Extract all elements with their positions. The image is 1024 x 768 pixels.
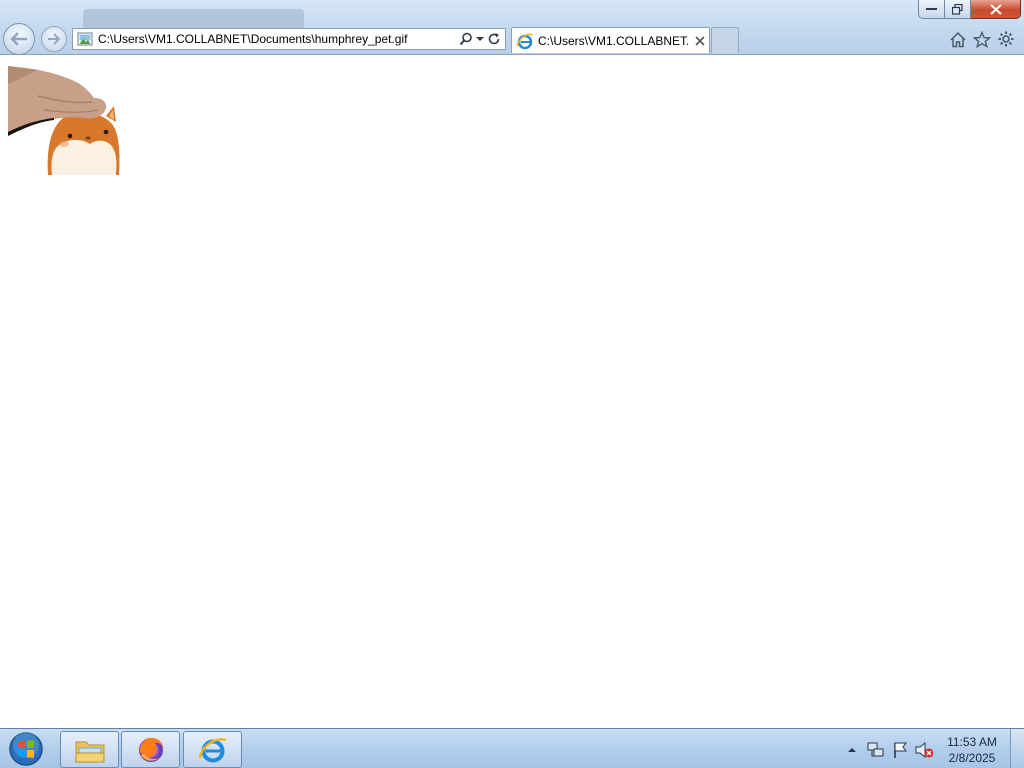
page-viewport: [0, 56, 1024, 728]
tab-close-button[interactable]: [692, 33, 708, 49]
favorites-star-icon: [973, 30, 991, 48]
close-icon: [989, 3, 1002, 15]
firefox-icon: [138, 737, 163, 762]
humphrey-pet-image: [8, 66, 120, 175]
tab-active[interactable]: C:\Users\VM1.COLLABNET...: [511, 27, 710, 53]
favorites-button[interactable]: [972, 29, 992, 49]
volume-muted-icon: [915, 741, 933, 759]
refresh-icon[interactable]: [487, 32, 501, 46]
minimize-button[interactable]: [918, 0, 945, 19]
taskbar-explorer-button[interactable]: [60, 731, 119, 768]
forward-icon: [48, 33, 61, 45]
start-button[interactable]: [6, 731, 46, 767]
home-icon: [950, 31, 966, 47]
taskbar: 11:53 AM 2/8/2025: [0, 728, 1024, 768]
command-icons: [948, 28, 1020, 50]
browser-chrome: C:\Users\VM1.COLLABNET\Documents\humphre…: [0, 0, 1024, 55]
address-bar[interactable]: C:\Users\VM1.COLLABNET\Documents\humphre…: [72, 28, 506, 50]
network-icon: [867, 742, 884, 757]
clock-time: 11:53 AM: [947, 735, 997, 749]
internet-explorer-icon: [198, 737, 226, 762]
taskbar-firefox-button[interactable]: [121, 731, 180, 768]
address-url[interactable]: C:\Users\VM1.COLLABNET\Documents\humphre…: [98, 32, 450, 46]
close-window-button[interactable]: [971, 0, 1021, 19]
back-icon: [10, 32, 27, 46]
clock-date: 2/8/2025: [948, 751, 996, 765]
windows-start-orb-icon: [9, 732, 43, 766]
back-button[interactable]: [3, 23, 35, 55]
window-controls: [918, 0, 1021, 19]
forward-button[interactable]: [41, 26, 67, 52]
system-tray: [843, 735, 933, 765]
minimize-icon: [926, 8, 937, 10]
image-file-icon: [77, 32, 93, 46]
taskbar-clock[interactable]: 11:53 AM 2/8/2025: [940, 734, 1004, 766]
new-tab-button[interactable]: [711, 27, 739, 53]
network-tray-button[interactable]: [867, 741, 885, 759]
show-desktop-button[interactable]: [1010, 729, 1024, 768]
search-icon[interactable]: [459, 32, 473, 46]
folder-icon: [75, 741, 104, 762]
chevron-up-icon: [848, 748, 856, 752]
home-button[interactable]: [948, 29, 968, 49]
volume-tray-button[interactable]: [915, 741, 933, 759]
restore-icon: [952, 3, 963, 15]
gear-icon: [998, 31, 1014, 47]
show-hidden-icons-button[interactable]: [843, 741, 861, 759]
action-center-button[interactable]: [891, 741, 909, 759]
dropdown-icon[interactable]: [476, 36, 484, 42]
tab-title: C:\Users\VM1.COLLABNET...: [538, 33, 688, 48]
window-title-blur: [83, 9, 304, 29]
taskbar-ie-button[interactable]: [183, 731, 242, 768]
tools-button[interactable]: [996, 29, 1016, 49]
hamster-hand-picture: [8, 66, 120, 175]
flag-icon: [894, 742, 907, 758]
close-icon: [695, 35, 705, 46]
restore-button[interactable]: [945, 0, 971, 19]
ie-icon: [516, 33, 533, 49]
